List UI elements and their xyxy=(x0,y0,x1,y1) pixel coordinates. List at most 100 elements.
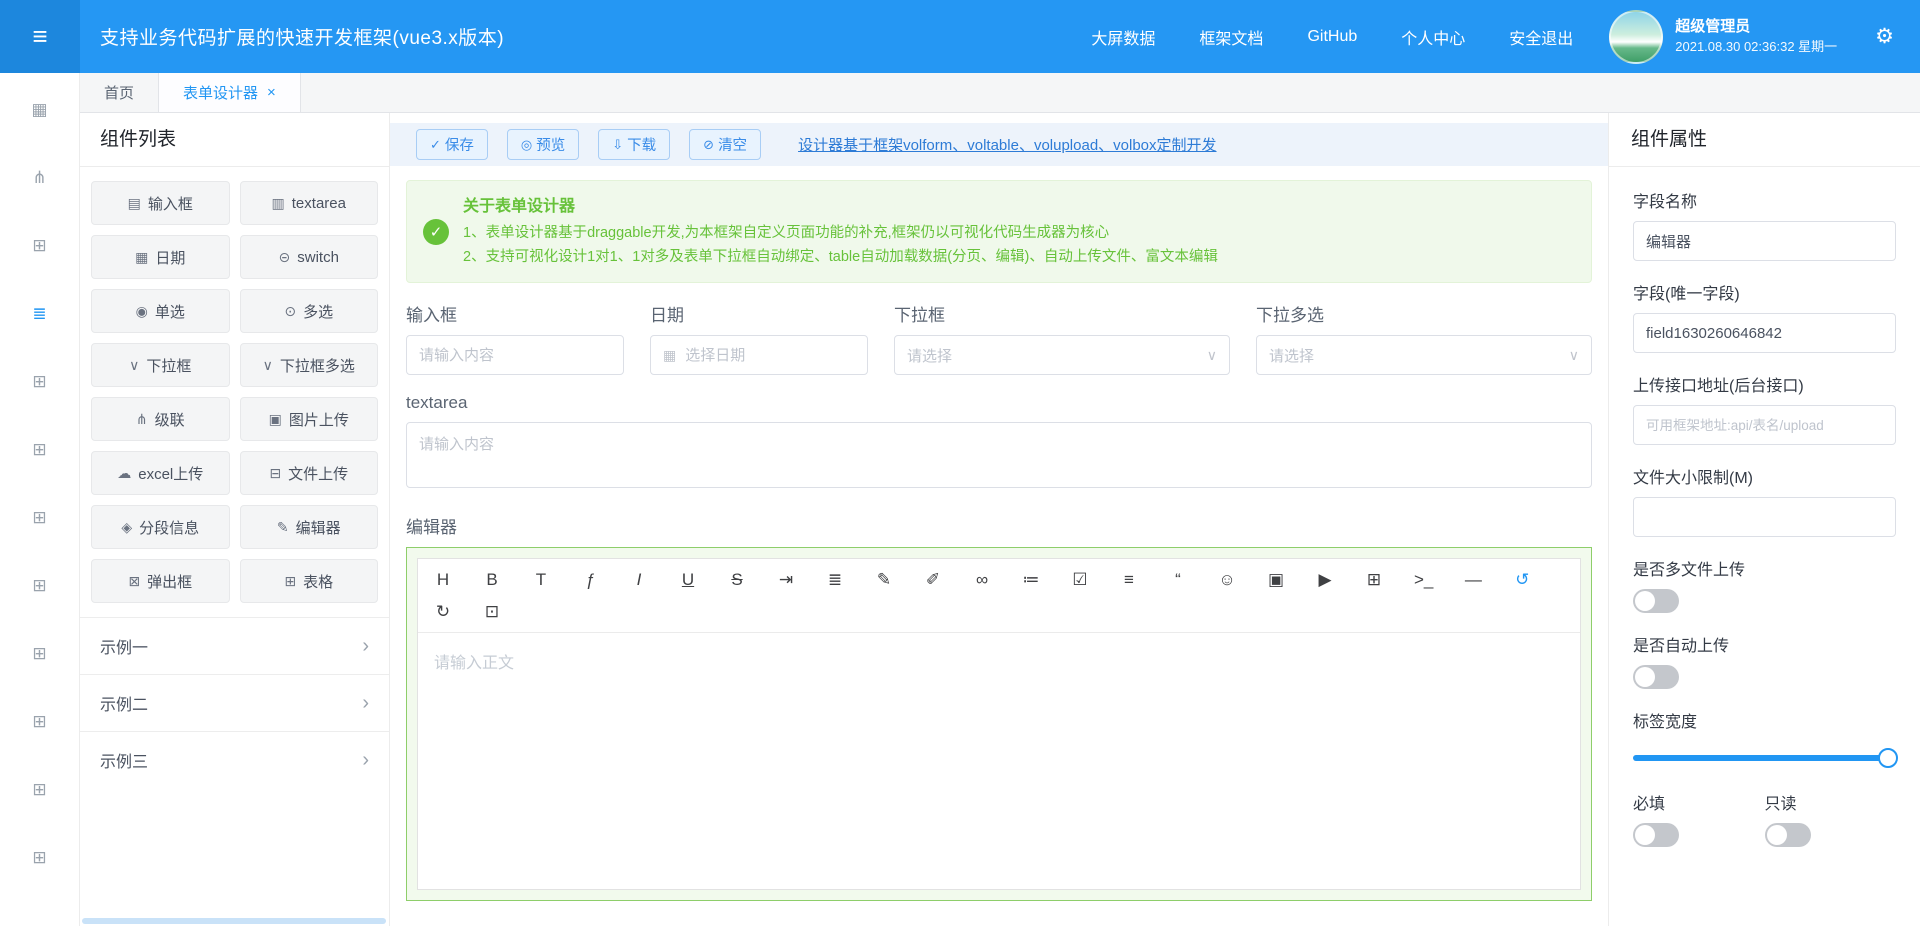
editor-content-placeholder[interactable]: 请输入正文 xyxy=(418,633,1580,889)
apps-grid-icon[interactable]: ▦ xyxy=(31,101,47,118)
date-picker-field[interactable]: ▦ xyxy=(650,335,868,375)
tab-form-designer[interactable]: 表单设计器 × xyxy=(159,73,301,112)
component-item-date[interactable]: ▦ 日期 xyxy=(91,235,230,279)
component-item-excel-upload[interactable]: ☁ excel上传 xyxy=(91,451,230,495)
line-height-icon[interactable]: ≣ xyxy=(826,571,844,588)
readonly-label: 只读 xyxy=(1765,790,1897,814)
component-item-select[interactable]: ∨ 下拉框 xyxy=(91,343,230,387)
quote-icon[interactable]: “ xyxy=(1169,571,1187,588)
close-icon[interactable]: × xyxy=(267,84,276,101)
upload-url-input[interactable] xyxy=(1633,405,1896,445)
component-item-textarea[interactable]: ▥ textarea xyxy=(240,181,379,225)
widgets-icon[interactable]: ⊞ xyxy=(32,373,46,390)
image-icon[interactable]: ▣ xyxy=(1267,571,1285,588)
nav-item-profile[interactable]: 个人中心 xyxy=(1401,25,1465,49)
multiselect-field[interactable]: 请选择 ∨ xyxy=(1256,335,1592,375)
heading-icon[interactable]: H xyxy=(434,571,452,588)
underline-icon[interactable]: U xyxy=(679,571,697,588)
group-example-2[interactable]: 示例二 › xyxy=(80,674,389,731)
date-input[interactable] xyxy=(685,347,855,364)
clear-button[interactable]: ⊘ 清空 xyxy=(689,129,761,160)
text-input-field[interactable] xyxy=(406,335,624,375)
component-item-radio[interactable]: ◉ 单选 xyxy=(91,289,230,333)
component-item-multiselect[interactable]: ∨ 下拉框多选 xyxy=(240,343,379,387)
component-item-segment[interactable]: ◈ 分段信息 xyxy=(91,505,230,549)
italic-icon[interactable]: I xyxy=(630,571,648,588)
group-label: 示例二 xyxy=(100,691,148,715)
widgets-icon[interactable]: ⊞ xyxy=(32,781,46,798)
group-example-3[interactable]: 示例三 › xyxy=(80,731,389,788)
font-family-icon[interactable]: ƒ xyxy=(581,571,599,588)
hamburger-menu-icon[interactable]: ≡ xyxy=(0,0,80,73)
label-width-slider[interactable] xyxy=(1633,748,1896,768)
task-list-icon[interactable]: ☑ xyxy=(1071,571,1089,588)
widgets-icon[interactable]: ⊞ xyxy=(32,713,46,730)
textarea-field[interactable] xyxy=(406,422,1592,488)
widgets-icon[interactable]: ⊞ xyxy=(32,849,46,866)
component-item-checkbox[interactable]: ⊙ 多选 xyxy=(240,289,379,333)
download-label: 下载 xyxy=(627,134,656,155)
tab-home[interactable]: 首页 xyxy=(80,73,159,112)
widgets-icon[interactable]: ⊞ xyxy=(32,441,46,458)
emoji-icon[interactable]: ☺ xyxy=(1218,571,1236,588)
folder-icon: ⊟ xyxy=(269,466,281,480)
widgets-icon[interactable]: ⊞ xyxy=(32,509,46,526)
bold-icon[interactable]: B xyxy=(483,571,501,588)
component-item-file-upload[interactable]: ⊟ 文件上传 xyxy=(240,451,379,495)
left-panel-scrollbar[interactable] xyxy=(82,918,386,924)
form-preview: 输入框 日期 ▦ 下 xyxy=(390,283,1608,901)
widgets-icon[interactable]: ⊞ xyxy=(32,645,46,662)
highlight-icon[interactable]: ✎ xyxy=(875,571,893,588)
component-item-popup[interactable]: ⊠ 弹出框 xyxy=(91,559,230,603)
divider-icon[interactable]: — xyxy=(1464,571,1482,588)
toggle-knob xyxy=(1767,825,1787,845)
group-example-1[interactable]: 示例一 › xyxy=(80,617,389,674)
component-item-input[interactable]: ▤ 输入框 xyxy=(91,181,230,225)
widgets-icon[interactable]: ⊞ xyxy=(32,577,46,594)
file-size-limit-input[interactable] xyxy=(1633,497,1896,537)
indent-icon[interactable]: ⇥ xyxy=(777,571,795,588)
brush-icon[interactable]: ✐ xyxy=(924,571,942,588)
select-field[interactable]: 请选择 ∨ xyxy=(894,335,1230,375)
nav-item-docs[interactable]: 框架文档 xyxy=(1199,25,1263,49)
toggle-knob xyxy=(1635,667,1655,687)
field-name-input[interactable] xyxy=(1633,221,1896,261)
auto-upload-toggle[interactable] xyxy=(1633,665,1679,689)
share-icon[interactable]: ⋔ xyxy=(32,169,46,186)
nav-item-github[interactable]: GitHub xyxy=(1307,28,1357,46)
preview-button[interactable]: ◎ 预览 xyxy=(507,129,579,160)
editor-component[interactable]: 编辑器 H B T ƒ I U xyxy=(406,513,1592,901)
label-width-slider-knob[interactable] xyxy=(1878,748,1898,768)
list-icon[interactable]: ≔ xyxy=(1022,571,1040,588)
framework-link[interactable]: 设计器基于框架volform、voltable、volupload、volbox… xyxy=(798,134,1216,155)
component-item-image-upload[interactable]: ▣ 图片上传 xyxy=(240,397,379,441)
fullscreen-icon[interactable]: ⊡ xyxy=(483,603,501,620)
table-icon[interactable]: ⊞ xyxy=(1365,571,1383,588)
nav-item-big-screen[interactable]: 大屏数据 xyxy=(1091,25,1155,49)
video-icon[interactable]: ▶ xyxy=(1316,571,1334,588)
component-item-editor[interactable]: ✎ 编辑器 xyxy=(240,505,379,549)
modules-icon[interactable]: ⊞ xyxy=(32,237,46,254)
component-item-switch[interactable]: ⊝ switch xyxy=(240,235,379,279)
font-size-icon[interactable]: T xyxy=(532,571,550,588)
strikethrough-icon[interactable]: S xyxy=(728,571,746,588)
component-item-cascade[interactable]: ⋔ 级联 xyxy=(91,397,230,441)
redo-icon[interactable]: ↻ xyxy=(434,603,452,620)
gear-icon[interactable]: ⚙ xyxy=(1875,24,1894,49)
required-toggle[interactable] xyxy=(1633,823,1679,847)
text-input[interactable] xyxy=(419,347,611,364)
undo-icon[interactable]: ↺ xyxy=(1513,571,1531,588)
download-button[interactable]: ⇩ 下载 xyxy=(598,129,670,160)
avatar[interactable] xyxy=(1609,10,1663,64)
editor-selected-wrapper[interactable]: H B T ƒ I U S ⇥ ≣ ✎ xyxy=(406,547,1592,901)
sliders-icon[interactable]: ≣ xyxy=(32,305,46,322)
nav-item-logout[interactable]: 安全退出 xyxy=(1509,25,1573,49)
link-icon[interactable]: ∞ xyxy=(973,571,991,588)
multi-file-upload-toggle[interactable] xyxy=(1633,589,1679,613)
save-button[interactable]: ✓ 保存 xyxy=(416,129,488,160)
component-item-table[interactable]: ⊞ 表格 xyxy=(240,559,379,603)
align-icon[interactable]: ≡ xyxy=(1120,571,1138,588)
field-key-input[interactable] xyxy=(1633,313,1896,353)
readonly-toggle[interactable] xyxy=(1765,823,1811,847)
code-icon[interactable]: >_ xyxy=(1414,571,1433,588)
